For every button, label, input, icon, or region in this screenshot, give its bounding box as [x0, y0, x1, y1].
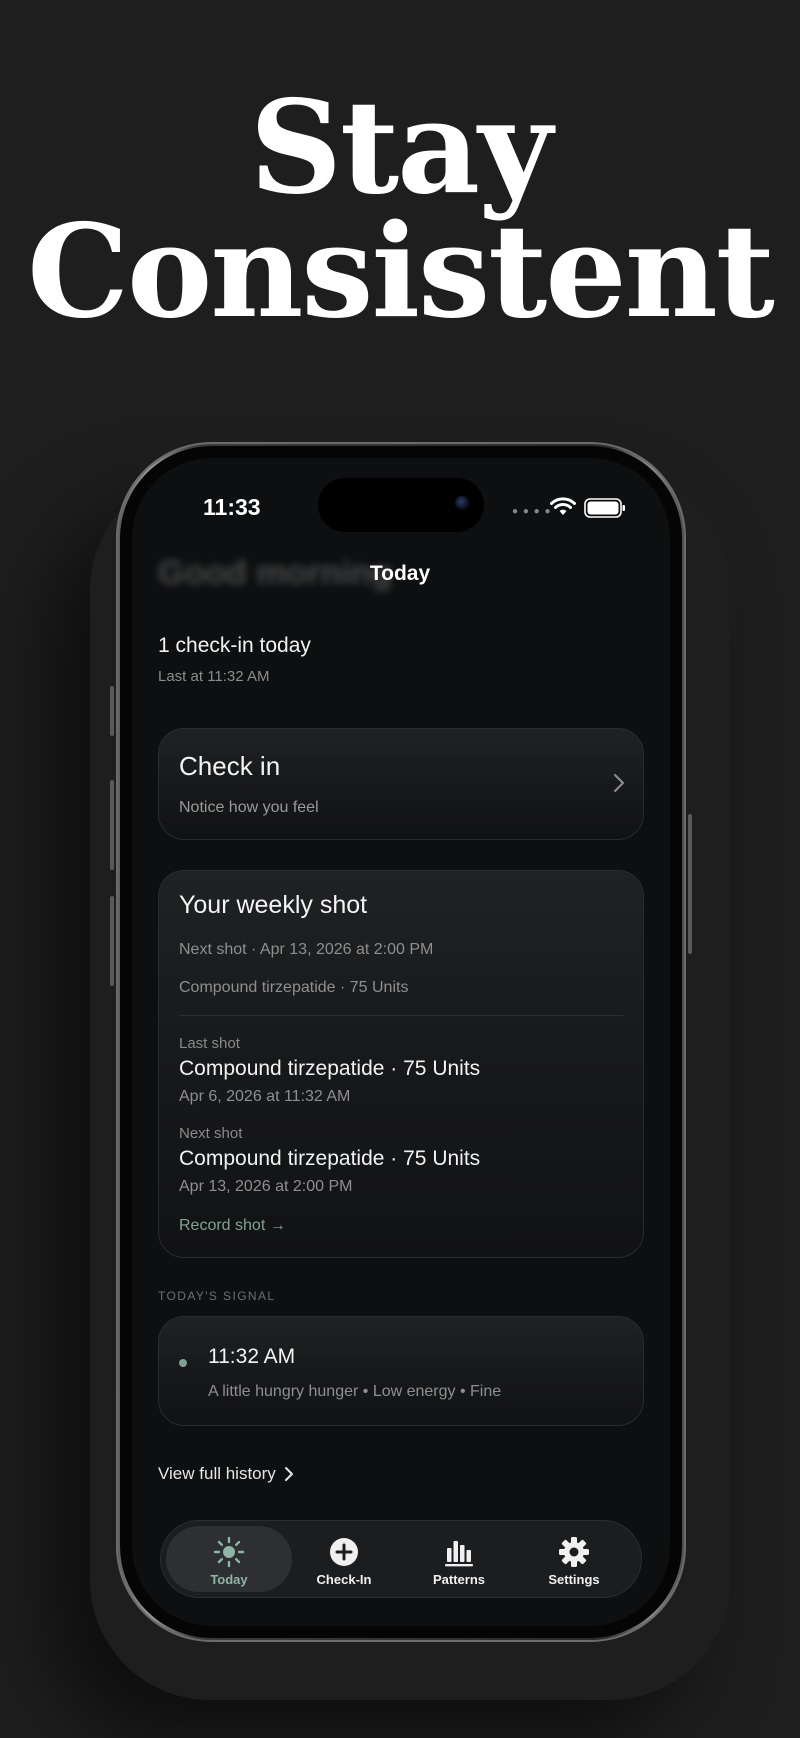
status-icons: ● ● ● ●: [512, 496, 628, 522]
battery-icon: [584, 498, 625, 518]
signal-time: 11:32 AM: [208, 1345, 296, 1368]
weekly-shot-title: Your weekly shot: [179, 891, 368, 919]
tab-bar: Today Check-In Patterns Settings: [160, 1520, 642, 1598]
tab-label: Check-In: [316, 1572, 372, 1587]
checkin-summary-title: 1 check-in today: [158, 634, 311, 657]
chevron-right-icon: [284, 1467, 293, 1481]
headline-line-2: Consistent: [27, 197, 775, 347]
gear-icon: [559, 1537, 589, 1567]
signal-dots-icon: ● ● ● ●: [512, 506, 552, 517]
next-shot-date: Apr 13, 2026 at 2:00 PM: [179, 1178, 353, 1195]
next-shot-medication: Compound tirzepatide · 75 Units: [179, 1147, 481, 1170]
next-shot-label: Next shot: [179, 1125, 243, 1142]
tab-check-in[interactable]: Check-In: [281, 1526, 407, 1592]
volume-down-button: [110, 896, 114, 986]
last-shot-medication: Compound tirzepatide · 75 Units: [179, 1057, 481, 1080]
signal-card[interactable]: 11:32 AM A little hungry hunger • Low en…: [158, 1316, 644, 1426]
signal-dot-icon: [179, 1359, 187, 1367]
next-shot-summary: Next shot · Apr 13, 2026 at 2:00 PM: [179, 941, 434, 958]
tab-label: Today: [210, 1572, 248, 1587]
tab-label: Patterns: [432, 1572, 486, 1587]
last-shot-label: Last shot: [179, 1035, 240, 1052]
todays-signal-label: TODAY'S SIGNAL: [158, 1289, 276, 1303]
weekly-shot-card: Your weekly shot Next shot · Apr 13, 202…: [158, 870, 644, 1258]
tab-settings[interactable]: Settings: [511, 1526, 637, 1592]
record-shot-link[interactable]: Record shot →: [179, 1217, 286, 1235]
status-time: 11:33: [203, 494, 261, 520]
view-history-label: View full history: [158, 1464, 276, 1483]
check-in-title: Check in: [179, 751, 281, 781]
headline: Stay Consistent: [0, 73, 800, 347]
divider: [179, 1015, 623, 1016]
sun-icon: [213, 1536, 245, 1568]
headline-line-1: Stay: [249, 73, 553, 223]
signal-description: A little hungry hunger • Low energy • Fi…: [208, 1383, 502, 1400]
plus-circle-icon: [330, 1538, 358, 1566]
tab-patterns[interactable]: Patterns: [396, 1526, 522, 1592]
check-in-card[interactable]: Check in Notice how you feel: [158, 728, 644, 840]
checkin-summary-subtitle: Last at 11:32 AM: [158, 668, 270, 685]
camera-icon: [455, 496, 469, 510]
wifi-icon: [550, 497, 576, 515]
volume-up-button: [110, 780, 114, 870]
tab-today[interactable]: Today: [166, 1526, 292, 1592]
last-shot-date: Apr 6, 2026 at 11:32 AM: [179, 1088, 351, 1105]
power-button: [688, 814, 692, 954]
chevron-right-icon: [613, 773, 625, 793]
action-button: [110, 686, 114, 736]
check-in-subtitle: Notice how you feel: [179, 799, 319, 816]
view-history-link[interactable]: View full history: [158, 1464, 294, 1484]
tab-label: Settings: [548, 1572, 600, 1587]
bar-chart-icon: [445, 1541, 473, 1567]
medication-summary: Compound tirzepatide · 75 Units: [179, 979, 409, 996]
nav-title: Today: [369, 562, 431, 585]
